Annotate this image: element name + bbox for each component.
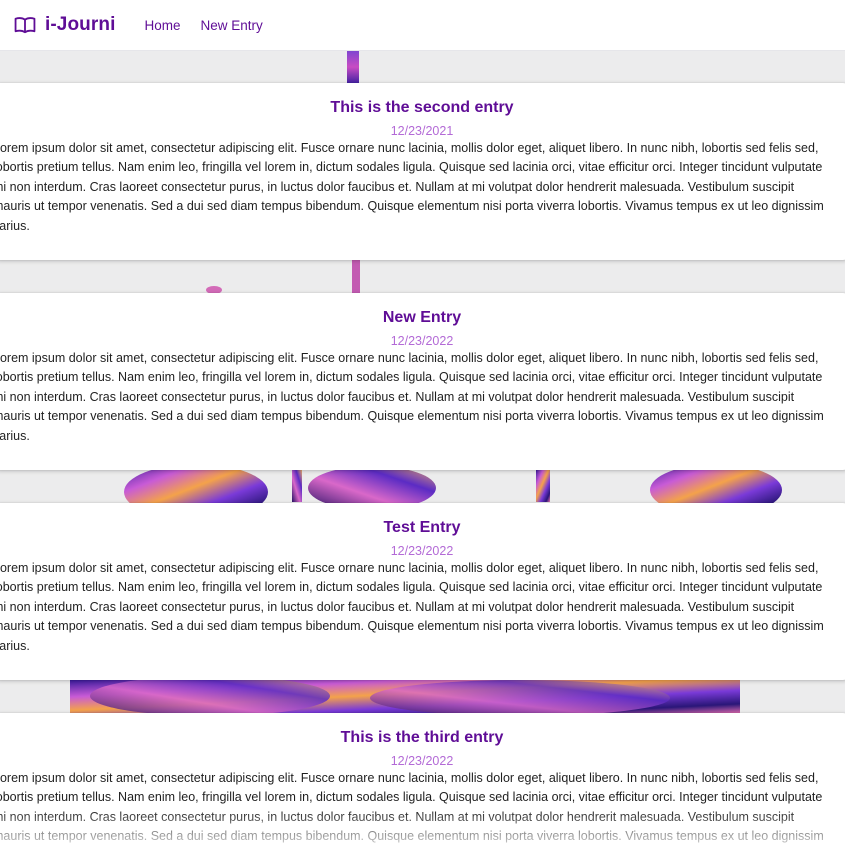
page: i-Journi Home New Entry This is the seco… [0,0,845,849]
entry-card[interactable]: This is the second entry 12/23/2021 Lore… [0,83,845,260]
entry-card[interactable]: New Entry 12/23/2022 Lorem ipsum dolor s… [0,293,845,470]
entry-body: Lorem ipsum dolor sit amet, consectetur … [0,771,824,849]
entry-body: Lorem ipsum dolor sit amet, consectetur … [0,141,824,233]
entry-date: 12/23/2022 [390,754,454,768]
entry-date: 12/23/2022 [390,544,454,558]
entry-body: Lorem ipsum dolor sit amet, consectetur … [0,561,824,653]
entry-body: Lorem ipsum dolor sit amet, consectetur … [0,351,824,443]
entry-date: 12/23/2022 [390,334,454,348]
brand-link[interactable]: i-Journi [14,14,115,36]
entry-title: New Entry [382,309,462,326]
entry-card[interactable]: Test Entry 12/23/2022 Lorem ipsum dolor … [0,503,845,680]
entry-card[interactable]: This is the third entry 12/23/2022 Lorem… [0,713,845,849]
nav-home-link[interactable]: Home [144,18,180,33]
entry-date: 12/23/2021 [390,124,454,138]
book-open-icon [14,17,36,34]
entry-title: This is the second entry [330,99,514,116]
nav-new-entry-link[interactable]: New Entry [200,18,262,33]
brand-name: i-Journi [45,14,116,35]
navbar: i-Journi Home New Entry [0,0,845,51]
entry-title: Test Entry [383,519,461,536]
entry-title: This is the third entry [340,729,504,746]
